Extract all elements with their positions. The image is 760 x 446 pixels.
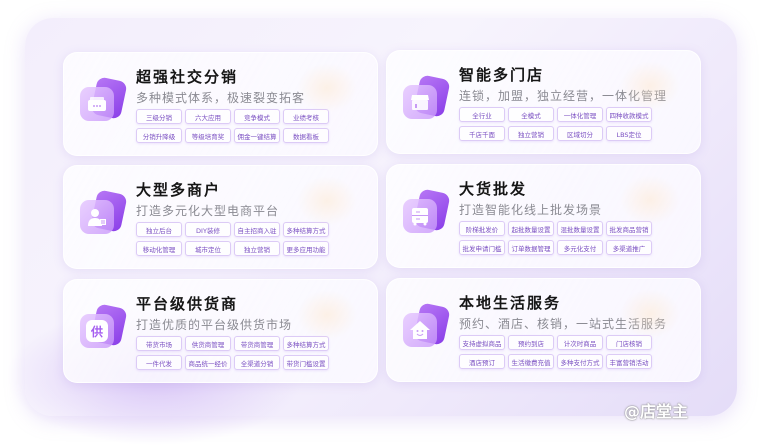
feature-card[interactable]: 超强社交分销 多种模式体系，极速裂变拓客 三级分销 六大应用 竞争模式 业绩考核分销升…: [63, 52, 378, 156]
feature-tag[interactable]: 独立营销: [234, 241, 280, 256]
feature-tag[interactable]: 城市定位: [185, 241, 231, 256]
feature-tag[interactable]: 更多应用功能: [283, 241, 329, 256]
feature-tag[interactable]: 多元化支付: [557, 240, 603, 255]
feature-tag[interactable]: 四种收款模式: [606, 107, 652, 122]
card-title: 超强社交分销: [136, 68, 239, 86]
feature-tag[interactable]: 带货市场: [136, 336, 182, 351]
feature-tag[interactable]: 数据看板: [283, 128, 329, 143]
feature-tag[interactable]: 多种支付方式: [557, 354, 603, 369]
card-title: 平台级供货商: [136, 295, 239, 313]
feature-tag[interactable]: 计次时商品: [557, 335, 603, 350]
tag-list: 独立后台 DIY装修 自主招商入驻 多种结算方式移动化管理 城市定位 独立营销 更多应用功能: [136, 222, 332, 256]
feature-tag[interactable]: 带货商管理: [234, 336, 280, 351]
feature-tag[interactable]: 混批数量设置: [557, 221, 603, 236]
feature-tag[interactable]: 批发商品营销: [606, 221, 652, 236]
feature-tag[interactable]: 分销升降级: [136, 128, 182, 143]
feature-tag[interactable]: 独立后台: [136, 222, 182, 237]
tag-list: 阶梯批发价 起批数量设置 混批数量设置 批发商品营销批发申请门槛 订单数据管理 多元化支付…: [459, 221, 655, 255]
feature-tag[interactable]: 全行业: [459, 107, 505, 122]
card-title: 大货批发: [459, 180, 528, 198]
icon-text: 供: [86, 320, 108, 342]
feature-tag[interactable]: 多种结算方式: [283, 222, 329, 237]
feature-tag[interactable]: 业绩考核: [283, 109, 329, 124]
feature-tag[interactable]: 佣金一键结算: [234, 128, 280, 143]
storefront-icon: [403, 74, 451, 127]
feature-tag[interactable]: 一件代发: [136, 355, 182, 370]
feature-card[interactable]: 大货批发 打造智能化线上批发场景 阶梯批发价 起批数量设置 混批数量设置 批发商品营销…: [386, 164, 701, 268]
feature-tag[interactable]: 三级分销: [136, 109, 182, 124]
feature-tag[interactable]: 起批数量设置: [508, 221, 554, 236]
feature-tag[interactable]: 六大应用: [185, 109, 231, 124]
supplier-icon: 供: [80, 303, 128, 356]
feature-tag[interactable]: 区域切分: [557, 126, 603, 141]
card-subtitle: 打造智能化线上批发场景: [459, 203, 603, 217]
feature-tag[interactable]: 预约到店: [508, 335, 554, 350]
card-subtitle: 打造多元化大型电商平台: [136, 204, 280, 218]
merchant-user-icon: [80, 189, 128, 242]
feature-tag[interactable]: 阶梯批发价: [459, 221, 505, 236]
card-subtitle: 预约、酒店、核销，一站式生活服务: [459, 317, 668, 331]
card-title: 本地生活服务: [459, 294, 562, 312]
feature-card[interactable]: 本地生活服务 预约、酒店、核销，一站式生活服务 支持虚拟商品 预约到店 计次时商品门…: [386, 278, 701, 382]
feature-tag[interactable]: 丰富营销活动: [606, 354, 652, 369]
feature-tag[interactable]: 等级培育奖: [185, 128, 231, 143]
feature-tag[interactable]: LBS定位: [606, 126, 652, 141]
feature-tag[interactable]: 支持虚拟商品: [459, 335, 505, 350]
feature-card[interactable]: 大型多商户 打造多元化大型电商平台 独立后台 DIY装修 自主招商入驻 多种结算方式移…: [63, 165, 378, 269]
feature-tag[interactable]: 自主招商入驻: [234, 222, 280, 237]
feature-tag[interactable]: 批发申请门槛: [459, 240, 505, 255]
feature-tag[interactable]: 全渠道分销: [234, 355, 280, 370]
feature-tag[interactable]: 全模式: [508, 107, 554, 122]
feature-tag[interactable]: 商品统一经价: [185, 355, 231, 370]
feature-tag[interactable]: 竞争模式: [234, 109, 280, 124]
feature-tag[interactable]: 酒店预订: [459, 354, 505, 369]
tag-list: 全行业 全模式 一体化管理 四种收款模式千店千面 独立营销 区域切分 LBS定位: [459, 107, 655, 141]
feature-tag[interactable]: 供货商管理: [185, 336, 231, 351]
card-subtitle: 多种模式体系，极速裂变拓客: [136, 91, 306, 105]
shop-icon: [80, 76, 128, 129]
card-title: 智能多门店: [459, 66, 545, 84]
tag-list: 带货市场 供货商管理 带货商管理 多种结算方式一件代发 商品统一经价 全渠道分销 带货门槛设…: [136, 336, 332, 370]
feature-card[interactable]: 供 平台级供货商 打造优质的平台级供货市场 带货市场 供货商管理 带货商管理 多种结算…: [63, 279, 378, 383]
feature-tag[interactable]: 独立营销: [508, 126, 554, 141]
feature-card[interactable]: 智能多门店 连锁，加盟，独立经营，一体化管理 全行业 全模式 一体化管理 四种收款模式…: [386, 50, 701, 154]
feature-tag[interactable]: 订单数据管理: [508, 240, 554, 255]
home-smile-icon: [403, 302, 451, 355]
feature-tag[interactable]: DIY装修: [185, 222, 231, 237]
feature-tag[interactable]: 移动化管理: [136, 241, 182, 256]
card-subtitle: 打造优质的平台级供货市场: [136, 318, 293, 332]
feature-tag[interactable]: 生活缴费充值: [508, 354, 554, 369]
feature-tag[interactable]: 多种结算方式: [283, 336, 329, 351]
card-title: 大型多商户: [136, 181, 222, 199]
wholesale-cabinet-icon: [403, 188, 451, 241]
card-subtitle: 连锁，加盟，独立经营，一体化管理: [459, 89, 668, 103]
feature-tag[interactable]: 千店千面: [459, 126, 505, 141]
feature-tag[interactable]: 带货门槛设置: [283, 355, 329, 370]
feature-tag[interactable]: 门店核销: [606, 335, 652, 350]
tag-list: 三级分销 六大应用 竞争模式 业绩考核分销升降级 等级培育奖 佣金一键结算 数据看板: [136, 109, 332, 143]
watermark: @店堂主: [624, 402, 689, 421]
feature-tag[interactable]: 多渠道推广: [606, 240, 652, 255]
feature-tag[interactable]: 一体化管理: [557, 107, 603, 122]
tag-list: 支持虚拟商品 预约到店 计次时商品 门店核销酒店预订 生活缴费充值 多种支付方式 丰富营销活…: [459, 335, 655, 369]
